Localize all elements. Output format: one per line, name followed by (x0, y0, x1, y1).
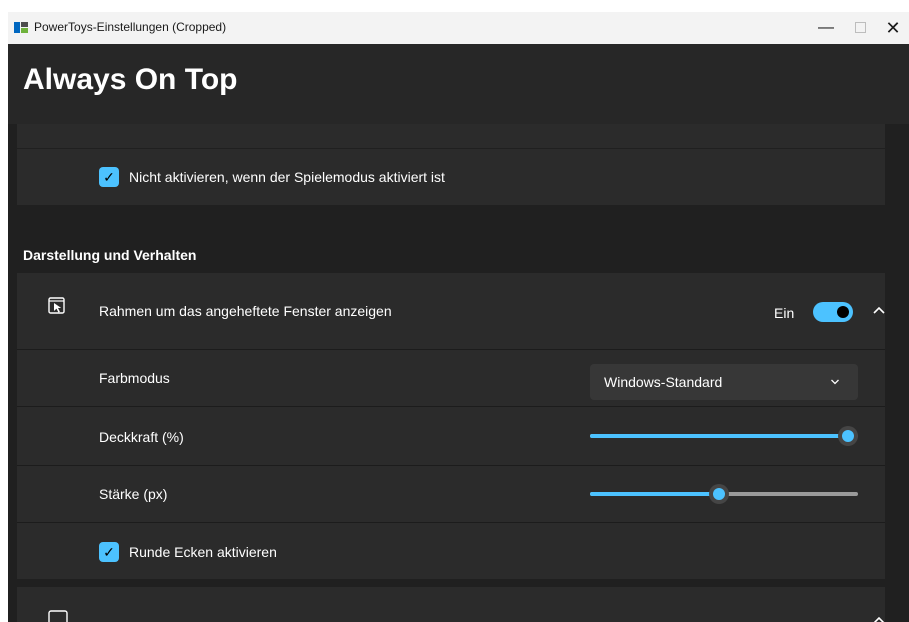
opacity-label: Deckkraft (%) (99, 429, 184, 445)
next-setting-card[interactable] (17, 587, 885, 622)
window-frame-icon (48, 297, 65, 314)
game-mode-card: ✓ Nicht aktivieren, wenn der Spielemodus… (17, 149, 885, 205)
opacity-slider[interactable] (590, 426, 858, 446)
close-icon: ✕ (885, 18, 901, 38)
section-title: Darstellung und Verhalten (23, 247, 197, 263)
next-setting-icon (48, 610, 68, 622)
color-mode-label: Farbmodus (99, 370, 170, 386)
border-setting-card[interactable]: Rahmen um das angeheftete Fenster anzeig… (17, 273, 885, 349)
thickness-slider[interactable] (590, 484, 858, 504)
color-mode-dropdown[interactable]: Windows-Standard (590, 364, 858, 400)
rounded-corners-checkbox[interactable]: ✓ (99, 542, 119, 562)
close-button[interactable]: ✕ (876, 12, 909, 44)
maximize-icon (854, 22, 866, 34)
page-header: Always On Top (8, 44, 909, 124)
chevron-down-icon (831, 379, 839, 385)
color-mode-value: Windows-Standard (604, 374, 723, 390)
border-setting-label: Rahmen um das angeheftete Fenster anzeig… (99, 303, 392, 319)
rounded-corners-row: ✓ Runde Ecken aktivieren (17, 523, 885, 579)
opacity-row: Deckkraft (%) (17, 407, 885, 465)
minimize-icon: — (818, 19, 834, 36)
thickness-label: Stärke (px) (99, 486, 168, 502)
slider-thumb[interactable] (708, 484, 729, 504)
chevron-up-icon[interactable] (869, 299, 889, 323)
border-toggle-state: Ein (774, 305, 795, 321)
chevron-up-icon[interactable] (869, 611, 889, 622)
powertoys-app-icon (14, 22, 28, 33)
window-titlebar: PowerToys-Einstellungen (Cropped) — ✕ (8, 12, 909, 44)
checkmark-icon: ✓ (103, 169, 115, 185)
toggle-knob (837, 306, 849, 318)
rounded-corners-label: Runde Ecken aktivieren (129, 544, 277, 560)
slider-fill (590, 492, 719, 496)
slider-thumb[interactable] (838, 426, 858, 446)
minimize-button[interactable]: — (809, 12, 843, 44)
border-toggle-switch[interactable] (813, 302, 853, 322)
settings-content: Always On Top ✓ Nicht aktivieren, wenn d… (8, 44, 909, 622)
slider-fill (590, 434, 848, 438)
game-mode-label: Nicht aktivieren, wenn der Spielemodus a… (129, 169, 445, 185)
game-mode-checkbox[interactable]: ✓ (99, 167, 119, 187)
color-mode-row: Farbmodus Windows-Standard (17, 350, 885, 406)
maximize-button[interactable] (843, 12, 877, 44)
window-title: PowerToys-Einstellungen (Cropped) (34, 20, 227, 34)
page-title: Always On Top (23, 63, 238, 96)
thickness-row: Stärke (px) (17, 466, 885, 522)
checkmark-icon: ✓ (103, 544, 115, 560)
